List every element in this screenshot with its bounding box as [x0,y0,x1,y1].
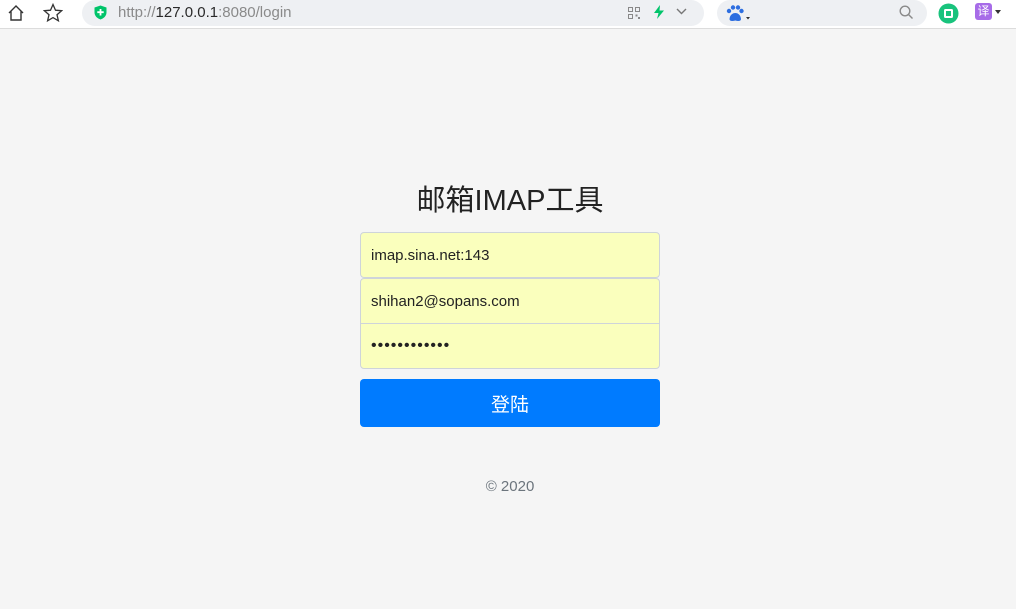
security-shield-icon[interactable] [94,5,107,20]
chevron-down-icon[interactable] [676,7,687,16]
caret-down-icon[interactable] [994,8,1002,16]
search-icon[interactable] [899,5,914,20]
browser-toolbar: http://127.0.0.1:8080/login 译 [0,0,1016,29]
password-input[interactable]: •••••••••••• [360,323,660,369]
baidu-paw-icon[interactable] [725,4,751,22]
url-text[interactable]: http://127.0.0.1:8080/login [118,5,292,21]
login-button[interactable]: 登陆 [360,379,660,427]
address-bar[interactable]: http://127.0.0.1:8080/login [82,0,704,26]
translate-extension-icon[interactable]: 译 [975,3,1002,20]
search-engine-box[interactable] [717,0,927,26]
url-host: 127.0.0.1 [155,4,219,21]
email-input[interactable]: shihan2@sopans.com [360,278,660,324]
bookmark-star-icon[interactable] [41,2,65,24]
extension-reader-icon[interactable] [938,3,959,24]
lightning-icon[interactable] [653,5,665,19]
translate-label: 译 [975,3,992,20]
home-icon[interactable] [4,2,28,24]
url-prefix: http:// [118,4,156,21]
qr-code-icon[interactable] [628,7,640,19]
url-rest: :8080/login [218,4,292,21]
page-title: 邮箱IMAP工具 [416,185,604,217]
imap-server-input[interactable]: imap.sina.net:143 [360,232,660,278]
copyright-text: © 2020 [485,478,535,495]
